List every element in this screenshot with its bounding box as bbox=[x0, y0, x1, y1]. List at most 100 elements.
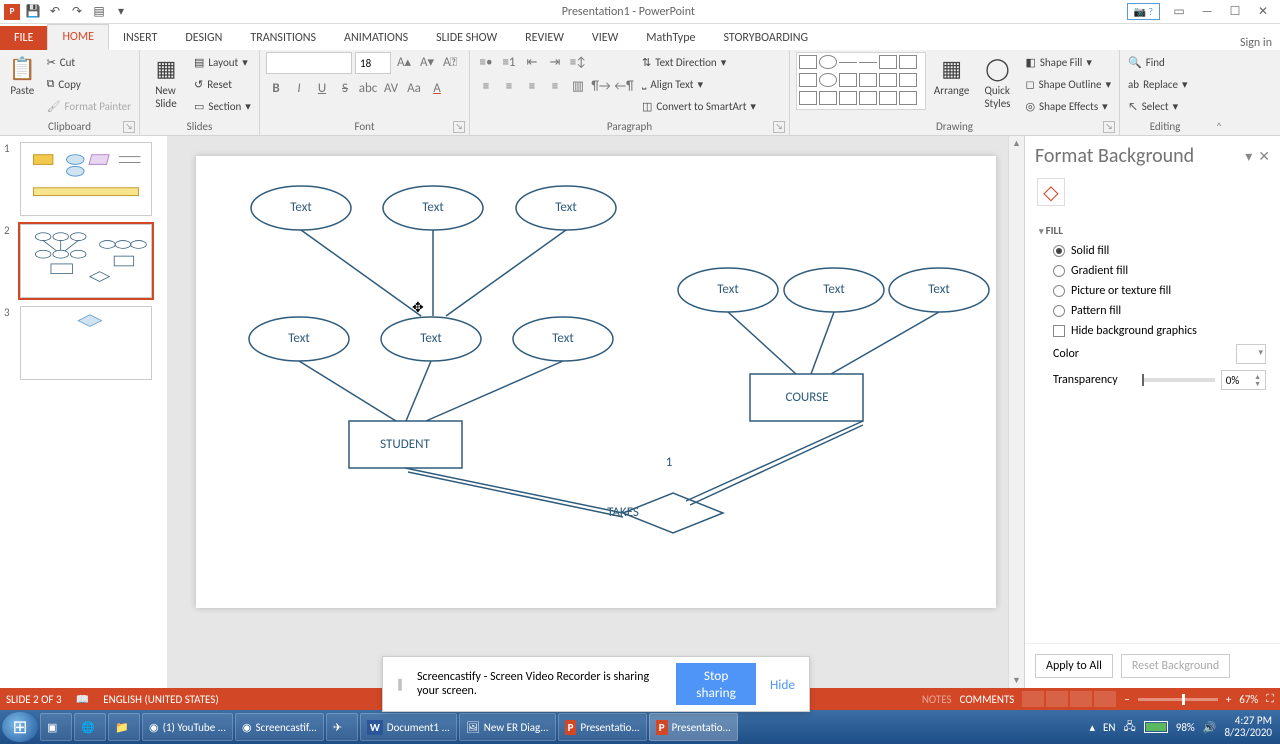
font-size-select[interactable] bbox=[355, 52, 391, 74]
battery-icon[interactable] bbox=[1144, 721, 1168, 733]
shape-effects-button[interactable]: ◎Shape Effects▾ bbox=[1023, 96, 1113, 116]
columns-icon[interactable]: ▥ bbox=[568, 76, 588, 96]
tab-animations[interactable]: ANIMATIONS bbox=[330, 26, 422, 50]
layout-button[interactable]: ▤Layout▾ bbox=[192, 52, 253, 72]
save-icon[interactable]: 💾 bbox=[24, 3, 42, 21]
ltr-icon[interactable]: ¶→ bbox=[591, 76, 611, 96]
shadow-icon[interactable]: abc bbox=[358, 78, 378, 98]
numbering-icon[interactable]: ≡1 bbox=[499, 52, 519, 72]
normal-view-icon[interactable] bbox=[1022, 691, 1044, 707]
slide[interactable]: ✥ Text Text Text Text Text Text STUDEN bbox=[196, 156, 996, 608]
thumbnail-2[interactable] bbox=[20, 224, 152, 298]
tab-transitions[interactable]: TRANSITIONS bbox=[236, 26, 330, 50]
taskbar-word[interactable]: W Document1 ... bbox=[360, 713, 457, 741]
rtl-icon[interactable]: ←¶ bbox=[614, 76, 634, 96]
reset-background-button[interactable]: Reset Background bbox=[1121, 654, 1230, 678]
spacing-icon[interactable]: AV bbox=[381, 78, 401, 98]
reading-view-icon[interactable] bbox=[1070, 691, 1092, 707]
paragraph-launcher[interactable]: ↘ bbox=[773, 121, 785, 133]
new-slide-button[interactable]: ▦New Slide bbox=[146, 52, 186, 110]
convert-smartart-button[interactable]: ◫Convert to SmartArt▾ bbox=[640, 96, 758, 116]
zoom-slider[interactable] bbox=[1138, 698, 1218, 701]
shape-fill-button[interactable]: ◧Shape Fill▾ bbox=[1023, 52, 1113, 72]
pattern-fill-radio[interactable]: Pattern fill bbox=[1039, 301, 1266, 321]
arrange-button[interactable]: ▦Arrange bbox=[932, 52, 972, 97]
decrease-indent-icon[interactable]: ⇤ bbox=[522, 52, 542, 72]
tab-review[interactable]: REVIEW bbox=[511, 26, 578, 50]
tray-expand-icon[interactable]: ▴ bbox=[1089, 721, 1095, 734]
tab-file[interactable]: FILE bbox=[0, 26, 47, 50]
gradient-fill-radio[interactable]: Gradient fill bbox=[1039, 261, 1266, 281]
select-button[interactable]: ↖Select▾ bbox=[1126, 96, 1190, 116]
font-launcher[interactable]: ↘ bbox=[453, 121, 465, 133]
quick-styles-button[interactable]: ◯Quick Styles bbox=[978, 52, 1018, 110]
taskbar-chrome-2[interactable]: ◉ Screencastif... bbox=[235, 713, 324, 741]
copy-button[interactable]: ⧉Copy bbox=[45, 74, 133, 94]
help-button[interactable]: 📷 ? bbox=[1127, 3, 1160, 20]
vertical-scrollbar[interactable] bbox=[1008, 136, 1024, 688]
zoom-level[interactable]: 67% bbox=[1239, 693, 1258, 706]
stop-sharing-button[interactable]: Stop sharing bbox=[676, 663, 756, 705]
bold-icon[interactable]: B bbox=[266, 78, 286, 98]
thumbnail-1[interactable] bbox=[20, 142, 152, 216]
drawing-launcher[interactable]: ↘ bbox=[1103, 121, 1115, 133]
tray-network-icon[interactable]: 🖧 bbox=[1123, 718, 1135, 737]
clear-format-icon[interactable]: A⃠ bbox=[440, 52, 460, 72]
thumbnail-3[interactable] bbox=[20, 306, 152, 380]
solid-fill-radio[interactable]: Solid fill bbox=[1039, 241, 1266, 261]
tab-mathtype[interactable]: MathType bbox=[632, 26, 709, 50]
font-family-select[interactable] bbox=[266, 52, 352, 74]
fit-window-icon[interactable]: ⛶ bbox=[1266, 692, 1274, 706]
spellcheck-icon[interactable]: 📖 bbox=[76, 693, 90, 706]
align-center-icon[interactable]: ≡ bbox=[499, 76, 519, 96]
italic-icon[interactable]: I bbox=[289, 78, 309, 98]
increase-font-icon[interactable]: A▴ bbox=[394, 52, 414, 72]
line-spacing-icon[interactable]: ≡↕ bbox=[568, 52, 588, 72]
collapse-ribbon-icon[interactable]: ˄ bbox=[1210, 50, 1228, 135]
paste-button[interactable]: 📋Paste bbox=[6, 52, 39, 97]
redo-icon[interactable]: ↷ bbox=[68, 3, 86, 21]
tab-storyboarding[interactable]: STORYBOARDING bbox=[710, 26, 823, 50]
shape-gallery[interactable] bbox=[796, 52, 926, 110]
undo-icon[interactable]: ↶ bbox=[46, 3, 64, 21]
ribbon-options-icon[interactable]: ▭ bbox=[1166, 2, 1192, 22]
sign-in-link[interactable]: Sign in bbox=[1240, 36, 1280, 50]
minimize-icon[interactable]: — bbox=[1194, 2, 1220, 22]
tab-slideshow[interactable]: SLIDE SHOW bbox=[422, 26, 511, 50]
decrease-font-icon[interactable]: A▾ bbox=[417, 52, 437, 72]
hide-bg-checkbox[interactable]: Hide background graphics bbox=[1039, 321, 1266, 341]
taskbar-explorer[interactable]: ▣ bbox=[40, 713, 72, 741]
transparency-spinbox[interactable]: 0%▲▼ bbox=[1221, 370, 1266, 390]
tab-home[interactable]: HOME bbox=[47, 24, 109, 50]
underline-icon[interactable]: U bbox=[312, 78, 332, 98]
text-direction-button[interactable]: ⇅Text Direction▾ bbox=[640, 52, 758, 72]
shape-outline-button[interactable]: ◻Shape Outline▾ bbox=[1023, 74, 1113, 94]
pane-close-icon[interactable]: ✕ bbox=[1258, 148, 1270, 165]
align-text-button[interactable]: ⎵Align Text▾ bbox=[640, 74, 758, 94]
start-button[interactable]: ⊞ bbox=[2, 712, 38, 742]
fill-bucket-icon[interactable]: ◇ bbox=[1037, 178, 1065, 206]
reset-button[interactable]: ↺Reset bbox=[192, 74, 253, 94]
qat-more-icon[interactable]: ▾ bbox=[112, 3, 130, 21]
fill-color-picker[interactable] bbox=[1236, 344, 1266, 364]
cut-button[interactable]: ✂Cut bbox=[45, 52, 133, 72]
close-icon[interactable]: ✕ bbox=[1250, 2, 1276, 22]
tray-sound-icon[interactable]: 🔊 bbox=[1203, 721, 1217, 734]
taskbar-image[interactable]: 🖼 New ER Diag... bbox=[459, 713, 556, 741]
tray-lang[interactable]: EN bbox=[1103, 721, 1115, 734]
find-button[interactable]: 🔍Find bbox=[1126, 52, 1190, 72]
section-button[interactable]: ▭Section▾ bbox=[192, 96, 253, 116]
taskbar-folder[interactable]: 📁 bbox=[108, 713, 140, 741]
taskbar-ie[interactable]: 🌐 bbox=[74, 713, 106, 741]
hide-banner-button[interactable]: Hide bbox=[770, 676, 795, 693]
format-painter-button[interactable]: 🖌Format Painter bbox=[45, 96, 133, 116]
tab-insert[interactable]: INSERT bbox=[109, 26, 171, 50]
fill-section-header[interactable]: FILL bbox=[1039, 220, 1266, 241]
clipboard-launcher[interactable]: ↘ bbox=[123, 121, 135, 133]
zoom-out-icon[interactable]: − bbox=[1124, 693, 1129, 706]
comments-button[interactable]: COMMENTS bbox=[960, 693, 1015, 706]
picture-fill-radio[interactable]: Picture or texture fill bbox=[1039, 281, 1266, 301]
strike-icon[interactable]: S bbox=[335, 78, 355, 98]
maximize-icon[interactable]: ☐ bbox=[1222, 2, 1248, 22]
canvas[interactable]: ✥ Text Text Text Text Text Text STUDEN bbox=[168, 136, 1024, 688]
